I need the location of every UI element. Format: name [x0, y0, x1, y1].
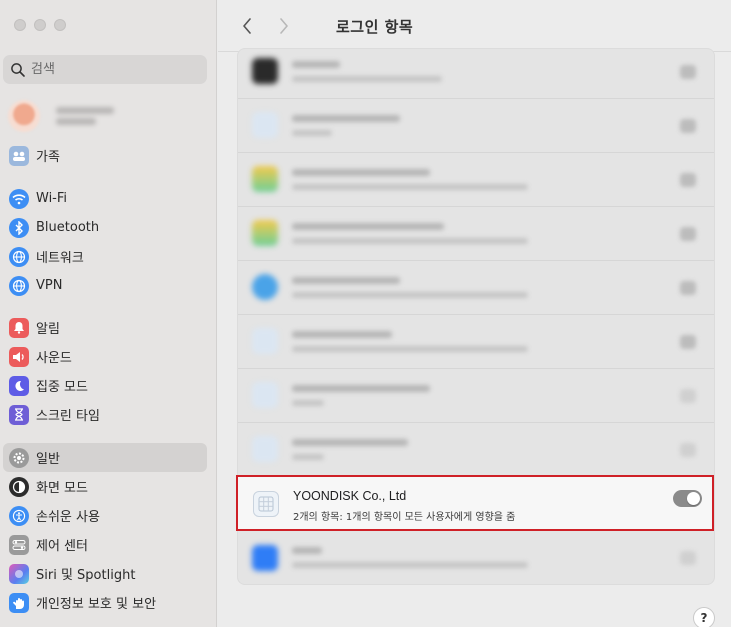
focus-moon-icon — [9, 375, 29, 396]
search-field[interactable] — [3, 55, 207, 84]
info-icon[interactable] — [680, 65, 696, 79]
sidebar-item-label: 화면 모드 — [36, 481, 88, 496]
sidebar-item-appearance[interactable]: 화면 모드 — [3, 472, 207, 501]
close-window-button[interactable] — [14, 19, 26, 31]
apple-account-row[interactable] — [8, 100, 114, 132]
app-icon — [252, 166, 278, 192]
sidebar-item-label: 스크린 타임 — [36, 409, 100, 424]
sidebar-item-label: 손쉬운 사용 — [36, 510, 100, 525]
list-item[interactable] — [238, 315, 714, 369]
sidebar-item-sound[interactable]: 사운드 — [3, 342, 207, 371]
sidebar-item-focus[interactable]: 집중 모드 — [3, 371, 207, 400]
bluetooth-icon — [9, 217, 29, 238]
sidebar-item-label: 일반 — [36, 452, 60, 467]
accessibility-icon — [9, 505, 29, 526]
forward-button[interactable] — [273, 14, 295, 38]
avatar — [8, 100, 40, 132]
toggle-switch[interactable] — [680, 551, 696, 565]
network-globe-icon — [9, 246, 29, 267]
sidebar-item-label: VPN — [36, 278, 63, 293]
sidebar-item-siri[interactable]: Siri 및 Spotlight — [3, 559, 207, 588]
list-item[interactable] — [238, 531, 714, 584]
sidebar-item-wifi[interactable]: Wi-Fi — [3, 184, 207, 213]
app-icon — [252, 274, 278, 300]
sidebar-item-control-center[interactable]: 제어 센터 — [3, 530, 207, 559]
list-item[interactable] — [238, 153, 714, 207]
family-icon — [9, 145, 29, 166]
app-icon — [252, 382, 278, 408]
list-item[interactable] — [238, 423, 714, 477]
sidebar-item-screen-time[interactable]: 스크린 타임 — [3, 400, 207, 429]
sidebar-item-vpn[interactable]: VPN — [3, 271, 207, 300]
info-icon[interactable] — [680, 227, 696, 241]
item-name: YOONDISK Co., Ltd — [293, 489, 407, 503]
sidebar-item-label: 네트워크 — [36, 251, 84, 266]
hourglass-icon — [9, 404, 29, 425]
app-icon — [252, 220, 278, 246]
sidebar-item-general[interactable]: 일반 — [3, 443, 207, 472]
page-title: 로그인 항목 — [336, 18, 414, 36]
app-icon — [252, 436, 278, 462]
hand-privacy-icon — [9, 592, 29, 613]
wifi-icon — [9, 188, 29, 209]
list-item[interactable] — [238, 261, 714, 315]
control-center-icon — [9, 534, 29, 555]
sidebar-item-label: 가족 — [36, 150, 60, 165]
sidebar-item-label: 사운드 — [36, 351, 72, 366]
info-icon[interactable] — [680, 281, 696, 295]
account-name-redacted — [56, 103, 114, 129]
sidebar-item-network[interactable]: 네트워크 — [3, 242, 207, 271]
sidebar: 가족 Wi-Fi Bluetooth 네트워크 VPN 알림 사운드 집중 모드… — [0, 0, 217, 627]
sidebar-item-label: 알림 — [36, 322, 60, 337]
chevron-right-icon — [280, 18, 288, 34]
info-icon[interactable] — [680, 119, 696, 133]
sidebar-item-accessibility[interactable]: 손쉬운 사용 — [3, 501, 207, 530]
highlighted-login-item[interactable]: YOONDISK Co., Ltd 2개의 항목: 1개의 항목이 모든 사용자… — [236, 475, 714, 531]
minimize-window-button[interactable] — [34, 19, 46, 31]
zoom-window-button[interactable] — [54, 19, 66, 31]
toggle-knob — [687, 492, 700, 505]
appearance-icon — [9, 476, 29, 497]
main-content: 로그인 항목 — [218, 0, 731, 627]
sidebar-item-label: Siri 및 Spotlight — [36, 568, 136, 583]
help-button[interactable]: ? — [693, 607, 715, 627]
allow-in-background-toggle[interactable] — [673, 490, 702, 507]
list-item[interactable] — [238, 369, 714, 423]
chevron-left-icon — [243, 18, 251, 34]
back-button[interactable] — [236, 14, 258, 38]
list-item[interactable] — [238, 207, 714, 261]
sidebar-item-label: 제어 센터 — [36, 539, 88, 554]
search-input[interactable] — [31, 62, 191, 77]
list-item[interactable] — [238, 49, 714, 99]
sidebar-item-family[interactable]: 가족 — [3, 141, 207, 170]
sidebar-item-privacy-security[interactable]: 개인정보 보호 및 보안 — [3, 588, 207, 617]
window-controls — [14, 19, 66, 31]
sidebar-item-notifications[interactable]: 알림 — [3, 313, 207, 342]
app-icon — [252, 112, 278, 138]
sidebar-item-label: 집중 모드 — [36, 380, 88, 395]
siri-icon — [9, 563, 29, 584]
notifications-bell-icon — [9, 317, 29, 338]
app-icon — [252, 545, 278, 571]
sound-speaker-icon — [9, 346, 29, 367]
yoondisk-app-icon — [253, 491, 279, 517]
app-icon — [252, 328, 278, 354]
vpn-globe-icon — [9, 275, 29, 296]
info-icon[interactable] — [680, 173, 696, 187]
sidebar-item-label: Wi-Fi — [36, 191, 68, 206]
sidebar-item-bluetooth[interactable]: Bluetooth — [3, 213, 207, 242]
info-icon[interactable] — [680, 335, 696, 349]
sidebar-item-label: 개인정보 보호 및 보안 — [36, 597, 157, 612]
search-icon — [11, 62, 25, 77]
gear-icon — [9, 447, 29, 468]
toggle-switch[interactable] — [680, 389, 696, 403]
sidebar-item-label: Bluetooth — [36, 220, 100, 235]
app-icon — [252, 58, 278, 84]
toolbar: 로그인 항목 — [218, 0, 731, 52]
item-subtitle: 2개의 항목: 1개의 항목이 모든 사용자에게 영향을 줌 — [293, 512, 516, 523]
list-item[interactable] — [238, 99, 714, 153]
toggle-switch[interactable] — [680, 443, 696, 457]
